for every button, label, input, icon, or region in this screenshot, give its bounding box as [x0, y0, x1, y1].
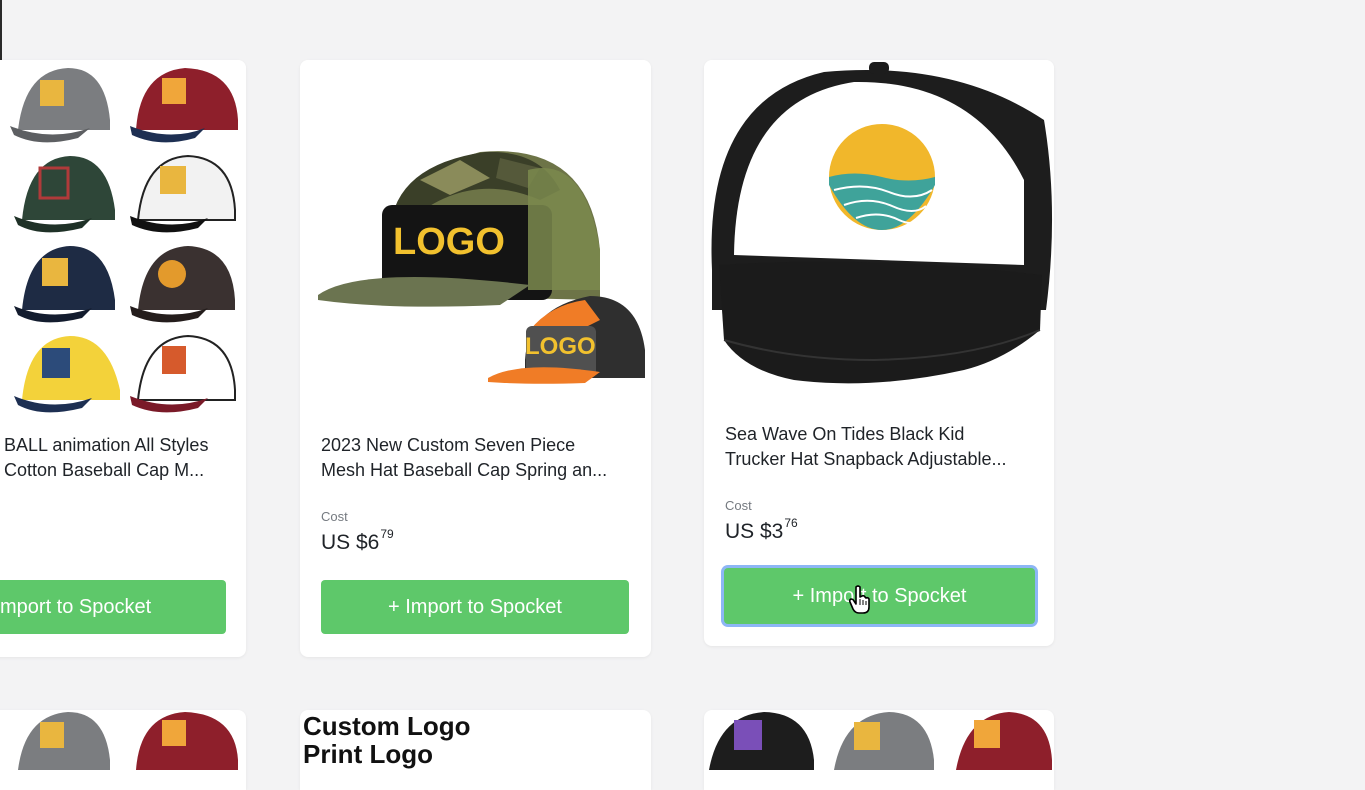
import-button-1-label: mport to Spocket: [0, 595, 152, 618]
import-to-spocket-button-2[interactable]: + Import to Spocket: [321, 580, 629, 634]
product-title-3[interactable]: Sea Wave On Tides Black Kid Trucker Hat …: [725, 422, 1045, 472]
product-title-2-line-1: 2023 New Custom Seven Piece: [321, 435, 576, 455]
custom-logo-line-1: Custom Logo: [303, 711, 471, 741]
price-3-main: US $3: [725, 520, 784, 543]
logo-text-small: LOGO: [525, 333, 596, 360]
import-to-spocket-button-1[interactable]: mport to Spocket: [0, 580, 226, 634]
product-image-3[interactable]: [704, 60, 1054, 400]
product-title-2-line-2: Mesh Hat Baseball Cap Spring an...: [321, 460, 608, 480]
price-2-main: US $6: [321, 531, 380, 554]
product-card-5[interactable]: Custom Logo Print Logo: [300, 710, 651, 790]
product-card-6[interactable]: [704, 710, 1054, 790]
product-card-4[interactable]: [0, 710, 246, 790]
product-title-1[interactable]: BALL animation All Styles Cotton Basebal…: [4, 433, 244, 483]
logo-text-large: LOGO: [393, 221, 505, 263]
price-2: US $679: [321, 527, 394, 555]
product-title-1-line-2: Cotton Baseball Cap M...: [4, 460, 205, 480]
import-button-2-label: + Import to Spocket: [388, 595, 562, 618]
product-card-3[interactable]: Sea Wave On Tides Black Kid Trucker Hat …: [704, 60, 1054, 646]
product-title-2[interactable]: 2023 New Custom Seven Piece Mesh Hat Bas…: [321, 433, 641, 483]
price-3-cents: 76: [784, 516, 798, 530]
product-title-3-line-2: Trucker Hat Snapback Adjustable...: [725, 449, 1007, 469]
product-image-6[interactable]: [704, 710, 1054, 770]
product-title-1-line-1: BALL animation All Styles: [4, 435, 209, 455]
product-image-1[interactable]: [0, 60, 246, 420]
left-edge-divider: [0, 0, 2, 60]
price-3: US $376: [725, 516, 798, 544]
product-image-4[interactable]: [0, 710, 246, 770]
product-title-3-line-1: Sea Wave On Tides Black Kid: [725, 424, 965, 444]
product-image-2[interactable]: LOGO LOGO: [300, 60, 651, 400]
custom-logo-line-2: Print Logo: [303, 739, 433, 769]
price-2-cents: 79: [380, 527, 394, 541]
cost-label-2: Cost: [321, 509, 348, 524]
product-card-1[interactable]: BALL animation All Styles Cotton Basebal…: [0, 60, 246, 657]
cost-label-3: Cost: [725, 498, 752, 513]
hand-pointer-cursor-icon: [849, 585, 870, 614]
import-to-spocket-button-3[interactable]: + Import to Spocket: [724, 568, 1035, 624]
product-card-2[interactable]: LOGO LOGO 2023 New Custom Seven Piece Me…: [300, 60, 651, 657]
custom-logo-banner: Custom Logo Print Logo: [303, 712, 471, 768]
import-button-3-label: + Import to Spocket: [792, 584, 967, 607]
